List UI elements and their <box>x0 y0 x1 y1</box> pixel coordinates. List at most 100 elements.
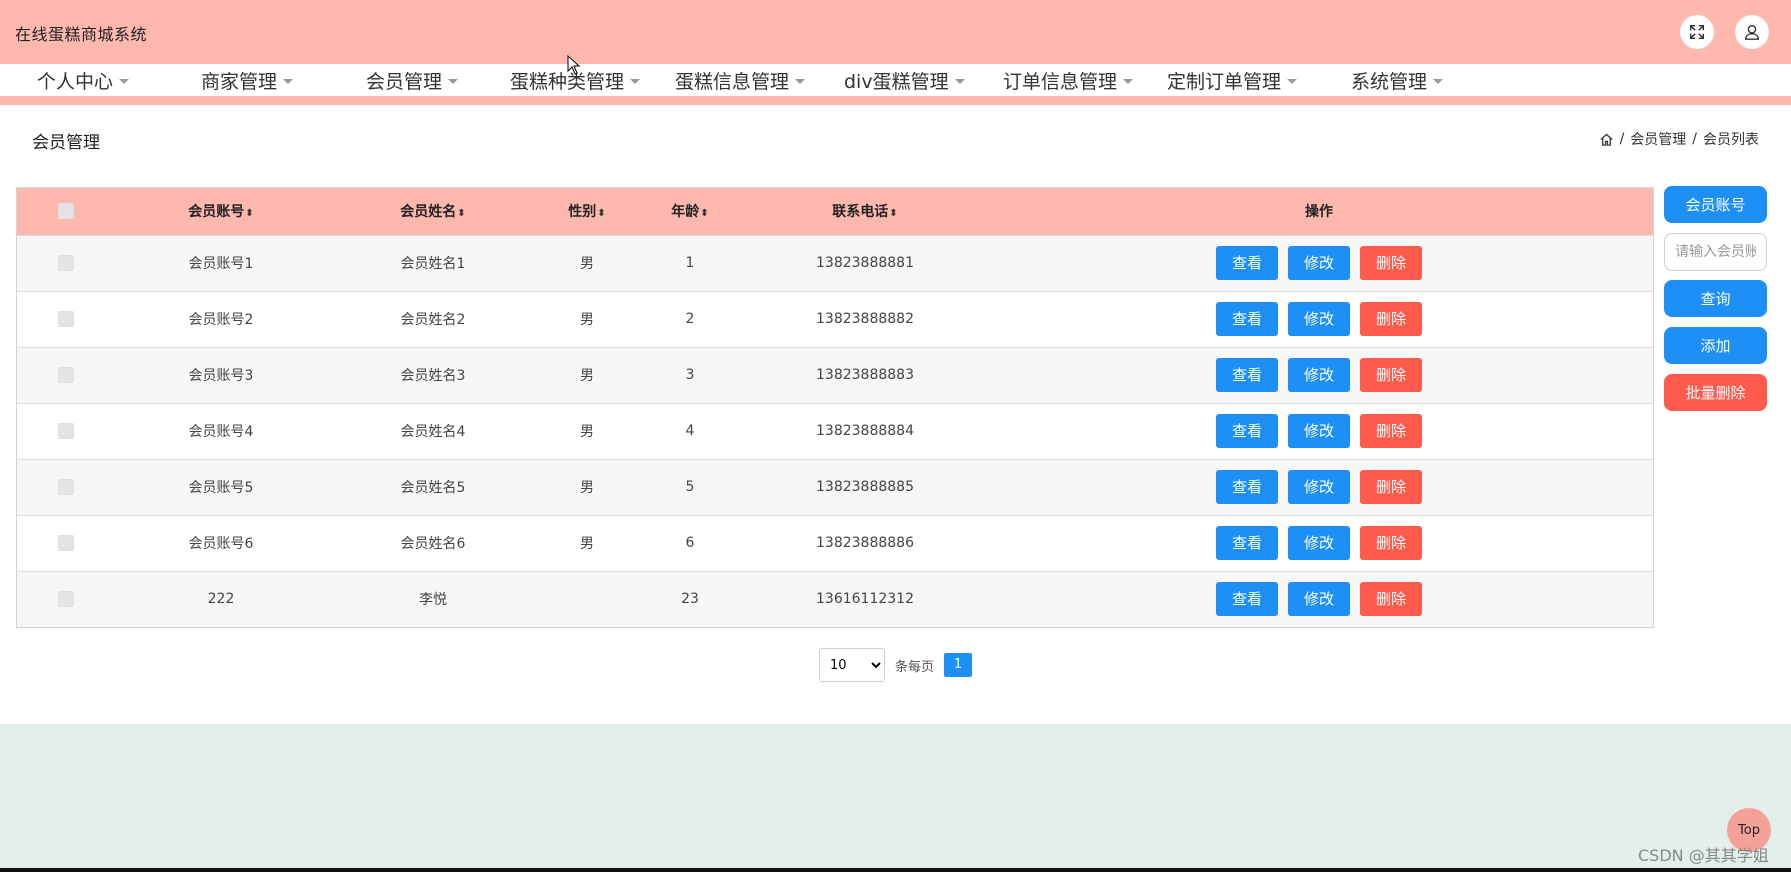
cell-phone: 13616112312 <box>816 591 914 608</box>
breadcrumb-level1[interactable]: 会员管理 <box>1630 129 1686 149</box>
col-header-gender[interactable]: 性别⬍ <box>539 188 635 235</box>
watermark: CSDN @其其学姐 <box>1638 846 1769 865</box>
cell-gender: 男 <box>580 536 594 552</box>
nav-item-order-info[interactable]: 订单信息管理 <box>1003 67 1134 94</box>
view-button[interactable]: 查看 <box>1216 414 1278 448</box>
app-title: 在线蛋糕商城系统 <box>15 25 148 44</box>
col-header-age[interactable]: 年龄⬍ <box>635 188 745 235</box>
query-button[interactable]: 查询 <box>1664 280 1767 317</box>
select-all-cell <box>17 188 115 235</box>
delete-button[interactable]: 删除 <box>1360 246 1422 280</box>
edit-button[interactable]: 修改 <box>1288 302 1350 336</box>
home-icon[interactable] <box>1599 132 1614 147</box>
table-row: 会员账号1 会员姓名1 男 1 13823888881 查看 修改 删除 <box>17 235 1653 291</box>
row-checkbox[interactable] <box>58 367 74 383</box>
pagination: 10 条每页 1 <box>819 648 973 682</box>
sort-icon: ⬍ <box>457 208 466 220</box>
edit-button[interactable]: 修改 <box>1288 526 1350 560</box>
row-checkbox[interactable] <box>58 423 74 439</box>
view-button[interactable]: 查看 <box>1216 246 1278 280</box>
col-header-account[interactable]: 会员账号⬍ <box>115 188 327 235</box>
sort-icon: ⬍ <box>700 208 709 220</box>
fullscreen-button[interactable] <box>1680 15 1714 49</box>
cell-account: 会员账号1 <box>188 256 254 272</box>
breadcrumb-level2: 会员列表 <box>1703 132 1759 148</box>
select-all-checkbox[interactable] <box>58 203 74 220</box>
nav-item-personal-center[interactable]: 个人中心 <box>37 67 130 94</box>
delete-button[interactable]: 删除 <box>1360 526 1422 560</box>
col-header-actions: 操作 <box>1305 204 1333 221</box>
nav-item-cake-info[interactable]: 蛋糕信息管理 <box>675 67 806 94</box>
col-header-name[interactable]: 会员姓名⬍ <box>327 188 539 235</box>
caret-down-icon <box>1287 79 1298 84</box>
edit-button[interactable]: 修改 <box>1288 358 1350 392</box>
breadcrumb-separator: / <box>1619 131 1625 147</box>
search-input[interactable] <box>1664 233 1767 271</box>
expand-icon <box>1689 24 1705 40</box>
cell-name: 李悦 <box>419 592 447 609</box>
edit-button[interactable]: 修改 <box>1288 582 1350 617</box>
nav-item-div-cake[interactable]: div蛋糕管理 <box>844 67 965 94</box>
page-number-current[interactable]: 1 <box>944 653 973 677</box>
table-header-row: 会员账号⬍ 会员姓名⬍ 性别⬍ 年龄⬍ 联系电话⬍ 操作 <box>17 188 1653 235</box>
nav-item-member[interactable]: 会员管理 <box>366 67 459 94</box>
cell-gender: 男 <box>580 368 594 384</box>
cell-actions: 查看 修改 删除 <box>985 515 1653 571</box>
delete-button[interactable]: 删除 <box>1360 582 1422 617</box>
col-header-phone[interactable]: 联系电话⬍ <box>745 188 985 235</box>
table-row: 会员账号4 会员姓名4 男 4 13823888884 查看 修改 删除 <box>17 403 1653 459</box>
nav-underline <box>0 96 1791 105</box>
cell-gender: 男 <box>580 312 594 328</box>
delete-button[interactable]: 删除 <box>1360 470 1422 504</box>
add-button[interactable]: 添加 <box>1664 327 1767 364</box>
breadcrumb-separator: / <box>1692 131 1697 147</box>
member-table: 会员账号⬍ 会员姓名⬍ 性别⬍ 年龄⬍ 联系电话⬍ 操作 会员账号1 会员姓名1… <box>16 187 1654 628</box>
cell-account: 会员账号4 <box>188 424 254 440</box>
sort-icon: ⬍ <box>597 208 606 220</box>
cell-name: 会员姓名1 <box>400 256 466 272</box>
page-size-select[interactable]: 10 <box>819 648 885 682</box>
cell-name: 会员姓名6 <box>400 536 466 552</box>
nav-item-merchant[interactable]: 商家管理 <box>201 67 294 94</box>
cell-age: 23 <box>681 591 699 608</box>
view-button[interactable]: 查看 <box>1216 302 1278 336</box>
cell-actions: 查看 修改 删除 <box>985 571 1653 627</box>
cell-actions: 查看 修改 删除 <box>985 347 1653 403</box>
edit-button[interactable]: 修改 <box>1288 470 1350 504</box>
caret-down-icon <box>954 79 965 84</box>
nav-item-system[interactable]: 系统管理 <box>1351 67 1444 94</box>
delete-button[interactable]: 删除 <box>1360 302 1422 336</box>
user-icon <box>1744 24 1760 40</box>
edit-button[interactable]: 修改 <box>1288 414 1350 448</box>
per-page-label: 条每页 <box>895 659 935 675</box>
view-button[interactable]: 查看 <box>1216 582 1278 617</box>
delete-button[interactable]: 删除 <box>1360 414 1422 448</box>
footer-area <box>0 724 1791 872</box>
cell-account: 会员账号2 <box>188 312 254 328</box>
view-button[interactable]: 查看 <box>1216 358 1278 392</box>
cell-actions: 查看 修改 删除 <box>985 403 1653 459</box>
nav-item-custom-order[interactable]: 定制订单管理 <box>1167 67 1298 94</box>
row-checkbox[interactable] <box>58 535 74 551</box>
row-checkbox[interactable] <box>58 255 74 271</box>
edit-button[interactable]: 修改 <box>1288 246 1350 280</box>
row-checkbox[interactable] <box>58 311 74 327</box>
view-button[interactable]: 查看 <box>1216 470 1278 504</box>
caret-down-icon <box>630 79 641 84</box>
cell-phone: 13823888881 <box>816 255 914 271</box>
top-header: 在线蛋糕商城系统 <box>0 0 1791 64</box>
user-button[interactable] <box>1735 15 1769 49</box>
page-title: 会员管理 <box>32 133 100 153</box>
cell-phone: 13823888883 <box>816 367 914 383</box>
view-button[interactable]: 查看 <box>1216 526 1278 560</box>
batch-delete-button[interactable]: 批量删除 <box>1664 374 1767 411</box>
delete-button[interactable]: 删除 <box>1360 358 1422 392</box>
search-field-label[interactable]: 会员账号 <box>1664 186 1767 223</box>
breadcrumb: / 会员管理 / 会员列表 <box>1599 129 1759 149</box>
cell-age: 1 <box>685 255 695 271</box>
sort-icon: ⬍ <box>889 208 898 220</box>
cell-age: 5 <box>685 479 695 495</box>
row-checkbox[interactable] <box>58 479 74 495</box>
row-checkbox[interactable] <box>58 591 74 608</box>
caret-down-icon <box>119 79 130 84</box>
